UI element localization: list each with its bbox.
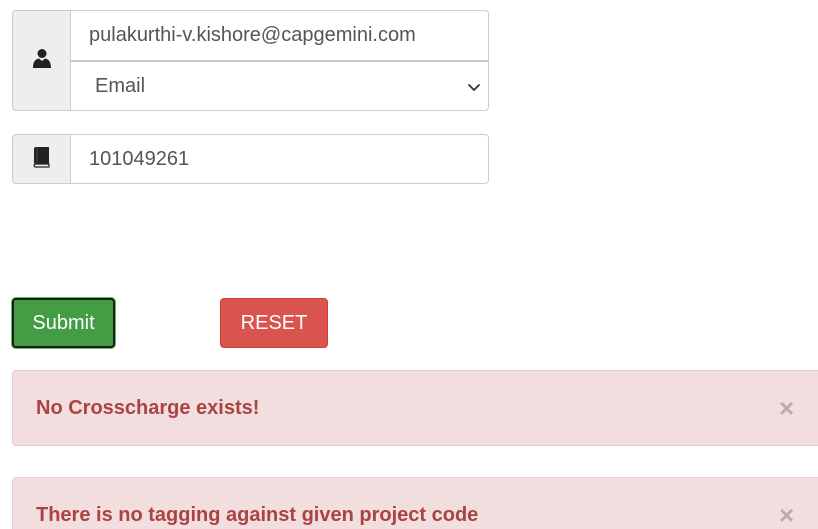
chevron-down-icon: [466, 78, 482, 94]
crosscharge-form-page: pulakurthi-v.kishore@capgemini.com Email…: [0, 0, 818, 529]
submit-button[interactable]: Submit: [12, 298, 115, 348]
alert-message: No Crosscharge exists!: [36, 397, 260, 419]
email-input-group: pulakurthi-v.kishore@capgemini.com Email: [12, 10, 489, 111]
project-code-input-group: 101049261: [12, 134, 489, 184]
email-input[interactable]: pulakurthi-v.kishore@capgemini.com: [70, 10, 489, 61]
reset-button[interactable]: RESET: [220, 298, 328, 348]
user-addon: [12, 10, 70, 111]
id-type-selected-value: Email: [95, 74, 146, 97]
error-alert-no-crosscharge: No Crosscharge exists! ×: [12, 370, 818, 446]
project-code-value: 101049261: [89, 147, 190, 170]
user-icon: [31, 47, 53, 74]
book-addon: [12, 134, 70, 184]
book-icon: [32, 146, 52, 173]
alert-message: There is no tagging against given projec…: [36, 504, 479, 526]
id-type-select[interactable]: Email: [70, 61, 489, 111]
close-icon[interactable]: ×: [779, 502, 794, 528]
close-icon[interactable]: ×: [779, 395, 794, 421]
error-alert-no-tagging: There is no tagging against given projec…: [12, 477, 818, 529]
project-code-input[interactable]: 101049261: [70, 134, 489, 184]
email-input-value: pulakurthi-v.kishore@capgemini.com: [89, 24, 416, 46]
